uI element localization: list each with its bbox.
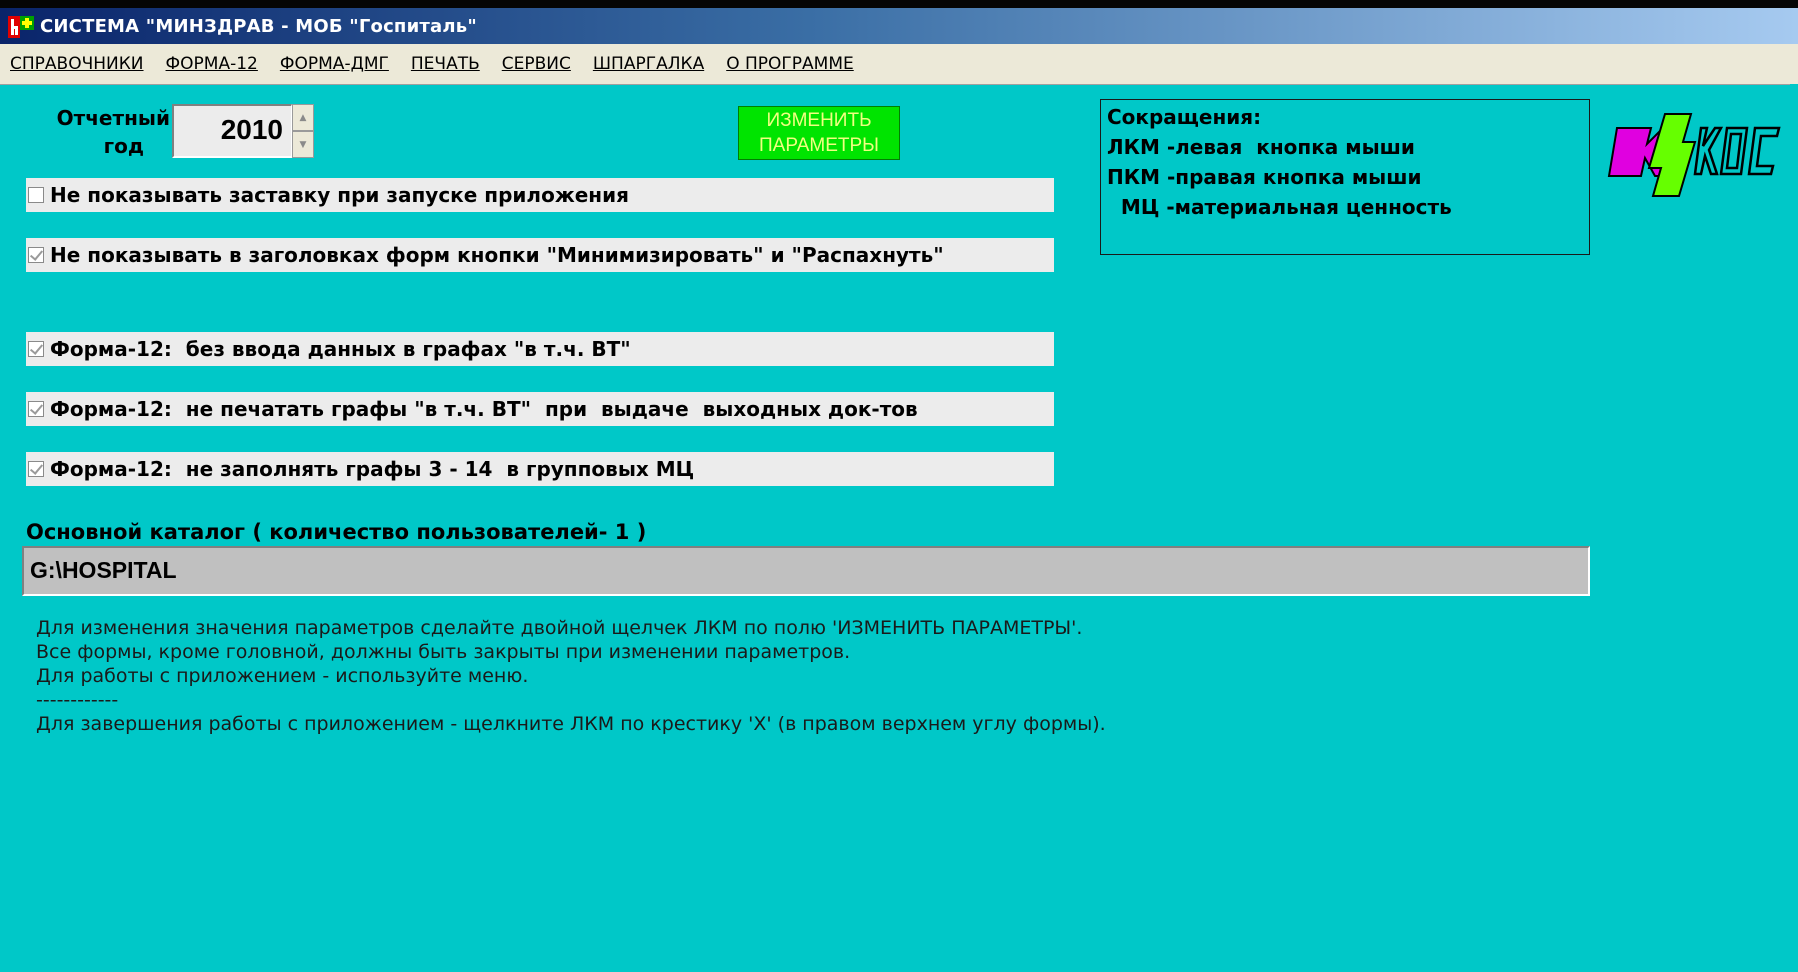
catalog-path-field[interactable]: G:\HOSPITAL: [22, 546, 1590, 596]
change-parameters-button[interactable]: ИЗМЕНИТЬ ПАРАМЕТРЫ: [738, 106, 900, 160]
abbreviation-pkm: ПКМ -правая кнопка мыши: [1107, 165, 1422, 189]
menu-label: О ПРОГРАММЕ: [726, 54, 854, 74]
help-text: Для изменения значения параметров сделай…: [36, 616, 1106, 736]
option-checkbox[interactable]: [28, 461, 44, 477]
spin-buttons: ▲ ▼: [292, 104, 314, 158]
main-window: СИСТЕМА "МИНЗДРАВ - МОБ "Госпиталь" СПРА…: [0, 0, 1798, 972]
menu-forma-12[interactable]: ФОРМА-12: [155, 54, 269, 74]
option-checkbox[interactable]: [28, 341, 44, 357]
abbreviation-lkm: ЛКМ -левая кнопка мыши: [1107, 135, 1415, 159]
arrow-up-icon: ▲: [299, 112, 307, 123]
window-title: СИСТЕМА "МИНЗДРАВ - МОБ "Госпиталь": [40, 15, 477, 37]
year-label: Отчетный год: [28, 104, 170, 160]
help-line: Все формы, кроме головной, должны быть з…: [36, 641, 851, 663]
option-label: Форма-12: не заполнять графы 3 - 14 в гр…: [50, 457, 695, 481]
help-line: Для завершения работы с приложением - ще…: [36, 713, 1106, 735]
top-edge: [0, 0, 1798, 8]
option-label: Не показывать в заголовках форм кнопки "…: [50, 243, 944, 267]
main-content: Отчетный год 2010 ▲ ▼ ИЗМЕНИТЬ ПАРАМЕТРЫ…: [0, 84, 1798, 972]
menu-shpargalka[interactable]: ШПАРГАЛКА: [582, 54, 715, 74]
year-spinner: 2010 ▲ ▼: [172, 104, 314, 158]
option-hide-min-max[interactable]: Не показывать в заголовках форм кнопки "…: [26, 238, 1054, 272]
option-checkbox[interactable]: [28, 401, 44, 417]
option-checkbox[interactable]: [28, 187, 44, 203]
spin-down-button[interactable]: ▼: [292, 131, 314, 158]
option-no-splash[interactable]: Не показывать заставку при запуске прило…: [26, 178, 1054, 212]
option-label: Форма-12: без ввода данных в графах "в т…: [50, 337, 631, 361]
title-bar[interactable]: СИСТЕМА "МИНЗДРАВ - МОБ "Госпиталь": [0, 8, 1798, 44]
option-label: Форма-12: не печатать графы "в т.ч. ВТ" …: [50, 397, 918, 421]
menu-o-programme[interactable]: О ПРОГРАММЕ: [715, 54, 865, 74]
menu-bar: СПРАВОЧНИКИ ФОРМА-12 ФОРМА-ДМГ ПЕЧАТЬ СЕ…: [0, 44, 1798, 85]
year-label-line2: год: [103, 134, 144, 158]
help-line: Для работы с приложением - используйте м…: [36, 665, 529, 687]
option-no-vt-print[interactable]: Форма-12: не печатать графы "в т.ч. ВТ" …: [26, 392, 1054, 426]
menu-label: СПРАВОЧНИКИ: [10, 54, 144, 74]
right-edge: [1790, 84, 1798, 972]
menu-label: ШПАРГАЛКА: [592, 54, 705, 74]
menu-servis[interactable]: СЕРВИС: [491, 54, 582, 74]
arrow-down-icon: ▼: [299, 139, 307, 150]
menu-pechat[interactable]: ПЕЧАТЬ: [400, 54, 491, 74]
abbreviations-box: Сокращения: ЛКМ -левая кнопка мыши ПКМ -…: [1100, 99, 1590, 255]
help-separator: ------------: [36, 689, 119, 711]
option-no-vt-input[interactable]: Форма-12: без ввода данных в графах "в т…: [26, 332, 1054, 366]
catalog-label: Основной каталог ( количество пользовате…: [26, 520, 647, 544]
help-line: Для изменения значения параметров сделай…: [36, 617, 1083, 639]
option-checkbox[interactable]: [28, 247, 44, 263]
app-icon: [8, 13, 34, 39]
menu-label: ФОРМА-ДМГ: [279, 54, 389, 74]
option-label: Не показывать заставку при запуске прило…: [50, 183, 629, 207]
year-label-line1: Отчетный: [56, 106, 170, 130]
menu-label: СЕРВИС: [501, 54, 571, 74]
company-logo-icon: [1603, 106, 1783, 198]
change-button-line2: ПАРАМЕТРЫ: [758, 135, 879, 156]
option-no-fill-group[interactable]: Форма-12: не заполнять графы 3 - 14 в гр…: [26, 452, 1054, 486]
change-button-line1: ИЗМЕНИТЬ: [766, 110, 872, 131]
menu-label: ФОРМА-12: [165, 54, 258, 74]
spin-up-button[interactable]: ▲: [292, 104, 314, 131]
menu-spravochniki[interactable]: СПРАВОЧНИКИ: [0, 54, 155, 74]
year-input[interactable]: 2010: [172, 104, 292, 158]
abbreviation-mc: МЦ -материальная ценность: [1107, 195, 1452, 219]
abbreviations-title: Сокращения:: [1107, 105, 1262, 129]
menu-forma-dmg[interactable]: ФОРМА-ДМГ: [269, 54, 400, 74]
menu-label: ПЕЧАТЬ: [410, 54, 480, 74]
